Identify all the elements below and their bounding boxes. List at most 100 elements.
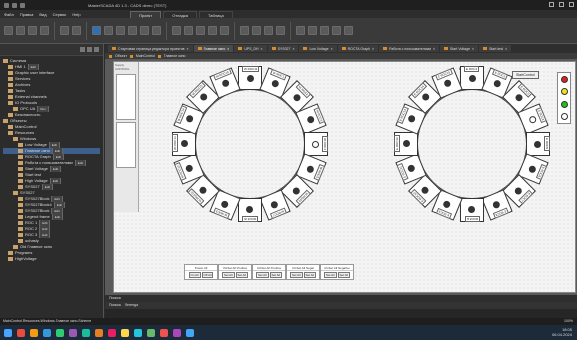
app-icon[interactable] — [173, 328, 181, 337]
control-button[interactable]: Set All — [269, 272, 283, 278]
app-icon[interactable] — [95, 328, 103, 337]
roc-segment[interactable]: E ROC1 — [460, 66, 484, 90]
app-icon[interactable] — [17, 328, 25, 337]
tree-node-tag[interactable]: Edit — [74, 160, 86, 166]
app-icon[interactable] — [30, 328, 38, 337]
zoom-out-icon[interactable] — [252, 26, 261, 35]
control-button[interactable]: Set All — [221, 272, 235, 278]
tree-node-tag[interactable]: Edit — [39, 232, 51, 238]
app-icon[interactable] — [108, 328, 116, 337]
tree-node-tag[interactable]: Edit — [49, 166, 62, 172]
app-icon[interactable] — [56, 328, 64, 337]
control-button[interactable]: On All — [188, 272, 201, 278]
layers-icon[interactable] — [276, 26, 285, 35]
close-tab-icon[interactable]: × — [472, 47, 474, 51]
chart-icon[interactable] — [308, 26, 317, 35]
control-button[interactable]: Set All — [337, 272, 351, 278]
filter-icon[interactable] — [80, 47, 85, 52]
control-button[interactable]: Set All — [289, 272, 303, 278]
align-center-icon[interactable] — [128, 26, 137, 35]
close-tab-icon[interactable]: × — [331, 47, 333, 51]
close-icon[interactable] — [569, 2, 574, 7]
document-tab[interactable]: Работа с пользователями × — [379, 45, 439, 52]
minimize-icon[interactable] — [549, 2, 554, 7]
roc-segment[interactable]: E ROC12 — [394, 132, 418, 156]
close-tab-icon[interactable]: × — [433, 47, 435, 51]
cut-icon[interactable] — [28, 26, 37, 35]
ungroup-icon[interactable] — [152, 26, 161, 35]
undo-quick-icon[interactable] — [20, 2, 25, 8]
undo-icon[interactable] — [60, 26, 69, 35]
menu-file[interactable]: Файл — [4, 12, 14, 17]
table-icon[interactable] — [296, 26, 305, 35]
document-tab[interactable]: Start Voltage × — [439, 45, 479, 52]
app-icon[interactable] — [134, 328, 142, 337]
send-back-icon[interactable] — [184, 26, 193, 35]
settings-icon[interactable] — [344, 26, 353, 35]
tab-search[interactable]: Поиска — [109, 302, 121, 309]
properties-icon[interactable] — [264, 26, 273, 35]
roc-segment[interactable]: W ROC11 — [238, 66, 262, 90]
tree-node-tag[interactable]: Edit — [41, 184, 53, 190]
roc-segment[interactable]: E ROC5 — [526, 132, 550, 156]
distribute-icon[interactable] — [196, 26, 205, 35]
start-menu-icon[interactable] — [4, 328, 12, 337]
folder-icon[interactable] — [121, 328, 129, 337]
menu-service[interactable]: Сервис — [53, 12, 67, 17]
close-tab-icon[interactable]: × — [187, 47, 189, 51]
tree-node-tag[interactable]: Edit — [51, 214, 63, 220]
maximize-icon[interactable] — [559, 2, 564, 7]
align-left-icon[interactable] — [116, 26, 125, 35]
start-control-button[interactable]: StartControl — [512, 71, 539, 79]
tab-legend[interactable]: Легенда — [125, 302, 138, 309]
menu-edit[interactable]: Правка — [20, 12, 34, 17]
zoom-in-icon[interactable] — [240, 26, 249, 35]
menu-view[interactable]: Вид — [39, 12, 46, 17]
app-icon[interactable] — [82, 328, 90, 337]
roc-segment[interactable]: ROC8 E — [460, 198, 484, 222]
breadcrumb-item[interactable]: Объект — [115, 54, 127, 58]
roc-segment[interactable]: ROC8 W — [238, 198, 262, 222]
breadcrumb-item[interactable]: MainControl — [136, 54, 155, 58]
control-button[interactable]: Set All — [323, 272, 337, 278]
browser-icon[interactable] — [43, 328, 51, 337]
document-tab[interactable]: Стартовая страница редактора проектов × — [108, 45, 193, 52]
close-tab-icon[interactable]: × — [372, 47, 374, 51]
app-icon[interactable] — [186, 328, 194, 337]
close-tab-icon[interactable]: × — [505, 47, 507, 51]
app-icon[interactable] — [160, 328, 168, 337]
save-quick-icon[interactable] — [12, 2, 17, 8]
roc-segment[interactable]: W ROC13 — [172, 132, 196, 156]
pin-icon[interactable] — [87, 47, 92, 52]
document-tab[interactable]: SYS027 × — [267, 45, 299, 52]
document-tab[interactable]: Start test × — [479, 45, 512, 52]
close-tab-icon[interactable]: × — [227, 47, 229, 51]
roc-segment[interactable]: W ROC4 — [304, 132, 328, 156]
open-icon[interactable] — [16, 26, 25, 35]
tree-node[interactable]: HighVoltage — [3, 256, 100, 262]
supply-box[interactable] — [116, 122, 136, 168]
control-button[interactable]: Off All — [201, 272, 214, 278]
breadcrumb-item[interactable]: Главное окно — [164, 54, 186, 58]
grid-icon[interactable] — [104, 26, 113, 35]
redo-icon[interactable] — [72, 26, 81, 35]
run-icon[interactable] — [92, 26, 101, 35]
control-button[interactable]: Set All — [255, 272, 269, 278]
close-tab-icon[interactable]: × — [292, 47, 294, 51]
control-button[interactable]: Set All — [235, 272, 249, 278]
document-tab[interactable]: UPS_DH × — [234, 45, 267, 52]
close-tab-icon[interactable]: × — [261, 47, 263, 51]
rotate-icon[interactable] — [208, 26, 217, 35]
image-icon[interactable] — [332, 26, 341, 35]
document-tab[interactable]: Главное окно × — [193, 45, 234, 52]
bring-front-icon[interactable] — [172, 26, 181, 35]
text-icon[interactable] — [320, 26, 329, 35]
menu-help[interactable]: Help — [72, 12, 80, 17]
save-icon[interactable] — [4, 26, 13, 35]
control-button[interactable]: Set All — [303, 272, 317, 278]
document-tab[interactable]: ROCTA Graph × — [337, 45, 379, 52]
supply-box[interactable] — [116, 74, 136, 120]
group-icon[interactable] — [140, 26, 149, 35]
app-icon[interactable] — [69, 328, 77, 337]
taskbar-clock[interactable]: 18:05 06.04.2024 — [552, 327, 572, 337]
